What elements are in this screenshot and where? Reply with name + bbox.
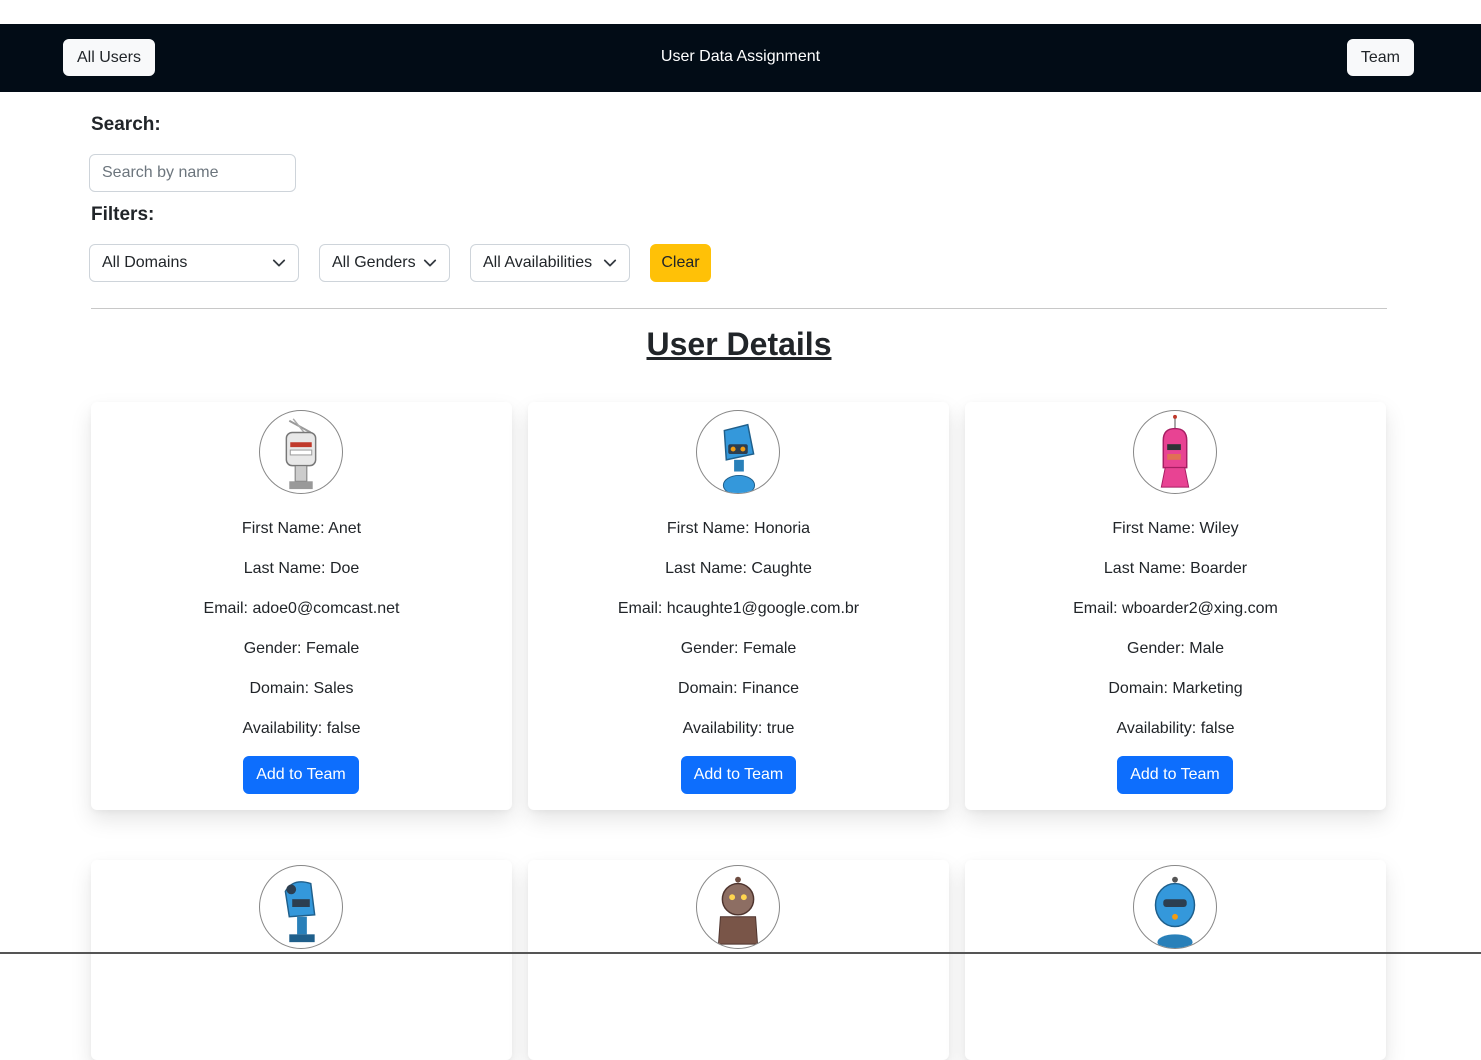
robot-avatar-blue-icon (259, 865, 343, 949)
user-last-name: Last Name: Doe (243, 560, 360, 577)
chevron-down-icon (603, 259, 617, 267)
user-card (528, 860, 949, 1060)
divider (91, 308, 1387, 309)
app-title: User Data Assignment (660, 48, 821, 65)
robot-avatar-blue-round-icon (1133, 865, 1217, 949)
user-domain: Domain: Marketing (1108, 680, 1243, 697)
user-email: Email: adoe0@comcast.net (203, 600, 400, 617)
user-availability: Availability: true (682, 720, 795, 737)
top-navbar: All Users User Data Assignment Team (0, 24, 1481, 92)
user-card: First Name: Anet Last Name: Doe Email: a… (91, 402, 512, 810)
user-card: First Name: Wiley Last Name: Boarder Ema… (965, 402, 1386, 810)
user-card: First Name: Honoria Last Name: Caughte E… (528, 402, 949, 810)
gender-select[interactable]: All Genders (319, 244, 450, 282)
user-first-name: First Name: Anet (241, 520, 362, 537)
user-gender: Gender: Male (1127, 640, 1224, 657)
user-gender: Gender: Female (680, 640, 797, 657)
team-button[interactable]: Team (1346, 39, 1414, 76)
user-last-name: Last Name: Caughte (665, 560, 812, 577)
add-to-team-button[interactable]: Add to Team (681, 756, 796, 794)
filters-label: Filters: (91, 204, 155, 225)
gender-select-value: All Genders (332, 254, 416, 271)
user-card (965, 860, 1386, 1060)
user-availability: Availability: false (242, 720, 361, 737)
user-domain: Domain: Sales (249, 680, 354, 697)
robot-avatar-brown-icon (696, 865, 780, 949)
user-card (91, 860, 512, 1060)
section-heading: User Details (646, 326, 832, 362)
availability-select[interactable]: All Availabilities (470, 244, 630, 282)
chevron-down-icon (423, 259, 437, 267)
user-gender: Gender: Female (243, 640, 360, 657)
robot-avatar-white-icon (259, 410, 343, 494)
clear-filters-button[interactable]: Clear (650, 244, 711, 282)
add-to-team-button[interactable]: Add to Team (243, 756, 359, 794)
add-to-team-button[interactable]: Add to Team (1117, 756, 1233, 794)
search-label: Search: (91, 114, 161, 135)
user-first-name: First Name: Wiley (1112, 520, 1239, 537)
domain-select-value: All Domains (102, 254, 188, 271)
user-last-name: Last Name: Boarder (1103, 560, 1248, 577)
user-email: Email: wboarder2@xing.com (1073, 600, 1278, 617)
user-email: Email: hcaughte1@google.com.br (617, 600, 860, 617)
robot-avatar-pink-icon (1133, 410, 1217, 494)
chevron-down-icon (272, 259, 286, 267)
search-input[interactable] (89, 154, 296, 192)
domain-select[interactable]: All Domains (89, 244, 299, 282)
user-first-name: First Name: Honoria (666, 520, 811, 537)
availability-select-value: All Availabilities (483, 254, 593, 271)
robot-avatar-blue-icon (696, 410, 780, 494)
user-domain: Domain: Finance (678, 680, 799, 697)
user-availability: Availability: false (1116, 720, 1235, 737)
